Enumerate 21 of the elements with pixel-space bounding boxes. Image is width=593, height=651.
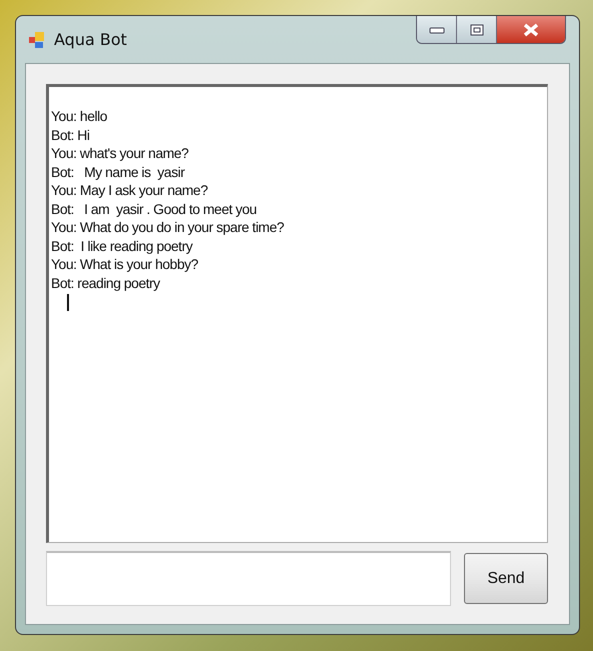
app-icon	[28, 30, 46, 48]
send-button[interactable]: Send	[464, 553, 548, 604]
text-cursor	[67, 294, 69, 311]
chat-line: You: what's your name?	[51, 144, 188, 162]
chat-line: Bot: My name is yasir	[51, 162, 184, 181]
close-icon	[523, 22, 539, 36]
minimize-icon	[428, 26, 444, 34]
message-input[interactable]	[46, 551, 451, 606]
chat-line: Bot: I am yasir . Good to meet you	[51, 200, 257, 218]
chat-line: You: What do you do in your spare time?	[51, 218, 284, 236]
chat-line: You: May I ask your name?	[51, 181, 208, 200]
chat-line: Bot: Hi	[51, 126, 90, 144]
chat-line: Bot: I like reading poetry	[51, 236, 192, 255]
maximize-button[interactable]	[457, 16, 497, 43]
window-title: Aqua Bot	[54, 30, 128, 49]
chat-line: Bot: reading poetry	[51, 274, 160, 292]
minimize-button[interactable]	[417, 16, 457, 43]
chat-line: You: What is your hobby?	[51, 255, 198, 274]
chat-line: You: hello	[51, 107, 107, 126]
maximize-icon	[470, 24, 484, 36]
close-button[interactable]	[497, 16, 565, 43]
